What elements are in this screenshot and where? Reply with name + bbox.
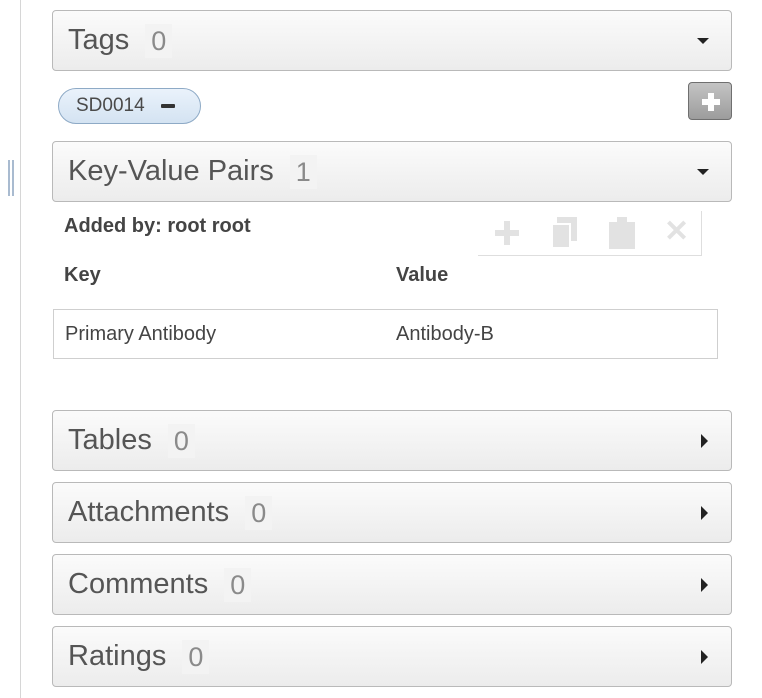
kvp-column-value: Value [396,264,449,286]
tables-panel-header[interactable]: Tables 0 [52,410,732,471]
pane-splitter-handle[interactable] [8,160,14,196]
kvp-count-badge: 1 [289,154,317,189]
kvp-value-cell: Antibody-B [396,323,494,345]
tag-chip: SD0014 [58,88,201,124]
plus-icon[interactable] [495,221,519,245]
attachments-panel-title: Attachments [68,496,230,528]
left-pane-border [20,0,21,698]
caret-down-icon [697,169,709,175]
comments-count-badge: 0 [224,567,252,602]
kvp-table: Primary Antibody Antibody-B [53,309,718,359]
tags-count-badge: 0 [145,23,173,58]
caret-right-icon [701,434,708,448]
ratings-panel-header[interactable]: Ratings 0 [52,626,732,687]
table-row[interactable]: Primary Antibody Antibody-B [54,310,717,358]
attachments-count-badge: 0 [245,495,273,530]
caret-right-icon [701,506,708,520]
kvp-column-key: Key [64,264,101,286]
delete-icon[interactable]: ✕ [664,217,689,247]
copy-icon[interactable] [551,217,579,249]
caret-down-icon [697,38,709,44]
add-tag-button[interactable] [688,82,732,120]
comments-panel-title: Comments [68,568,209,600]
caret-right-icon [701,578,708,592]
caret-right-icon [701,650,708,664]
attachments-panel-header[interactable]: Attachments 0 [52,482,732,543]
tables-panel-title: Tables [68,424,152,456]
kvp-panel-title: Key-Value Pairs [68,155,274,187]
kvp-panel-header[interactable]: Key-Value Pairs 1 [52,141,732,202]
tags-panel-header[interactable]: Tags 0 [52,10,732,71]
tables-count-badge: 0 [167,423,195,458]
paste-icon[interactable] [609,217,635,249]
tag-label: SD0014 [76,95,145,116]
kvp-key-cell: Primary Antibody [65,323,217,345]
minus-icon[interactable] [160,104,175,108]
comments-panel-header[interactable]: Comments 0 [52,554,732,615]
added-by-label: Added by: root root [64,215,251,237]
tags-panel-title: Tags [68,24,130,56]
ratings-count-badge: 0 [182,639,210,674]
ratings-panel-title: Ratings [68,640,167,672]
kvp-toolbar: ✕ [478,211,702,256]
